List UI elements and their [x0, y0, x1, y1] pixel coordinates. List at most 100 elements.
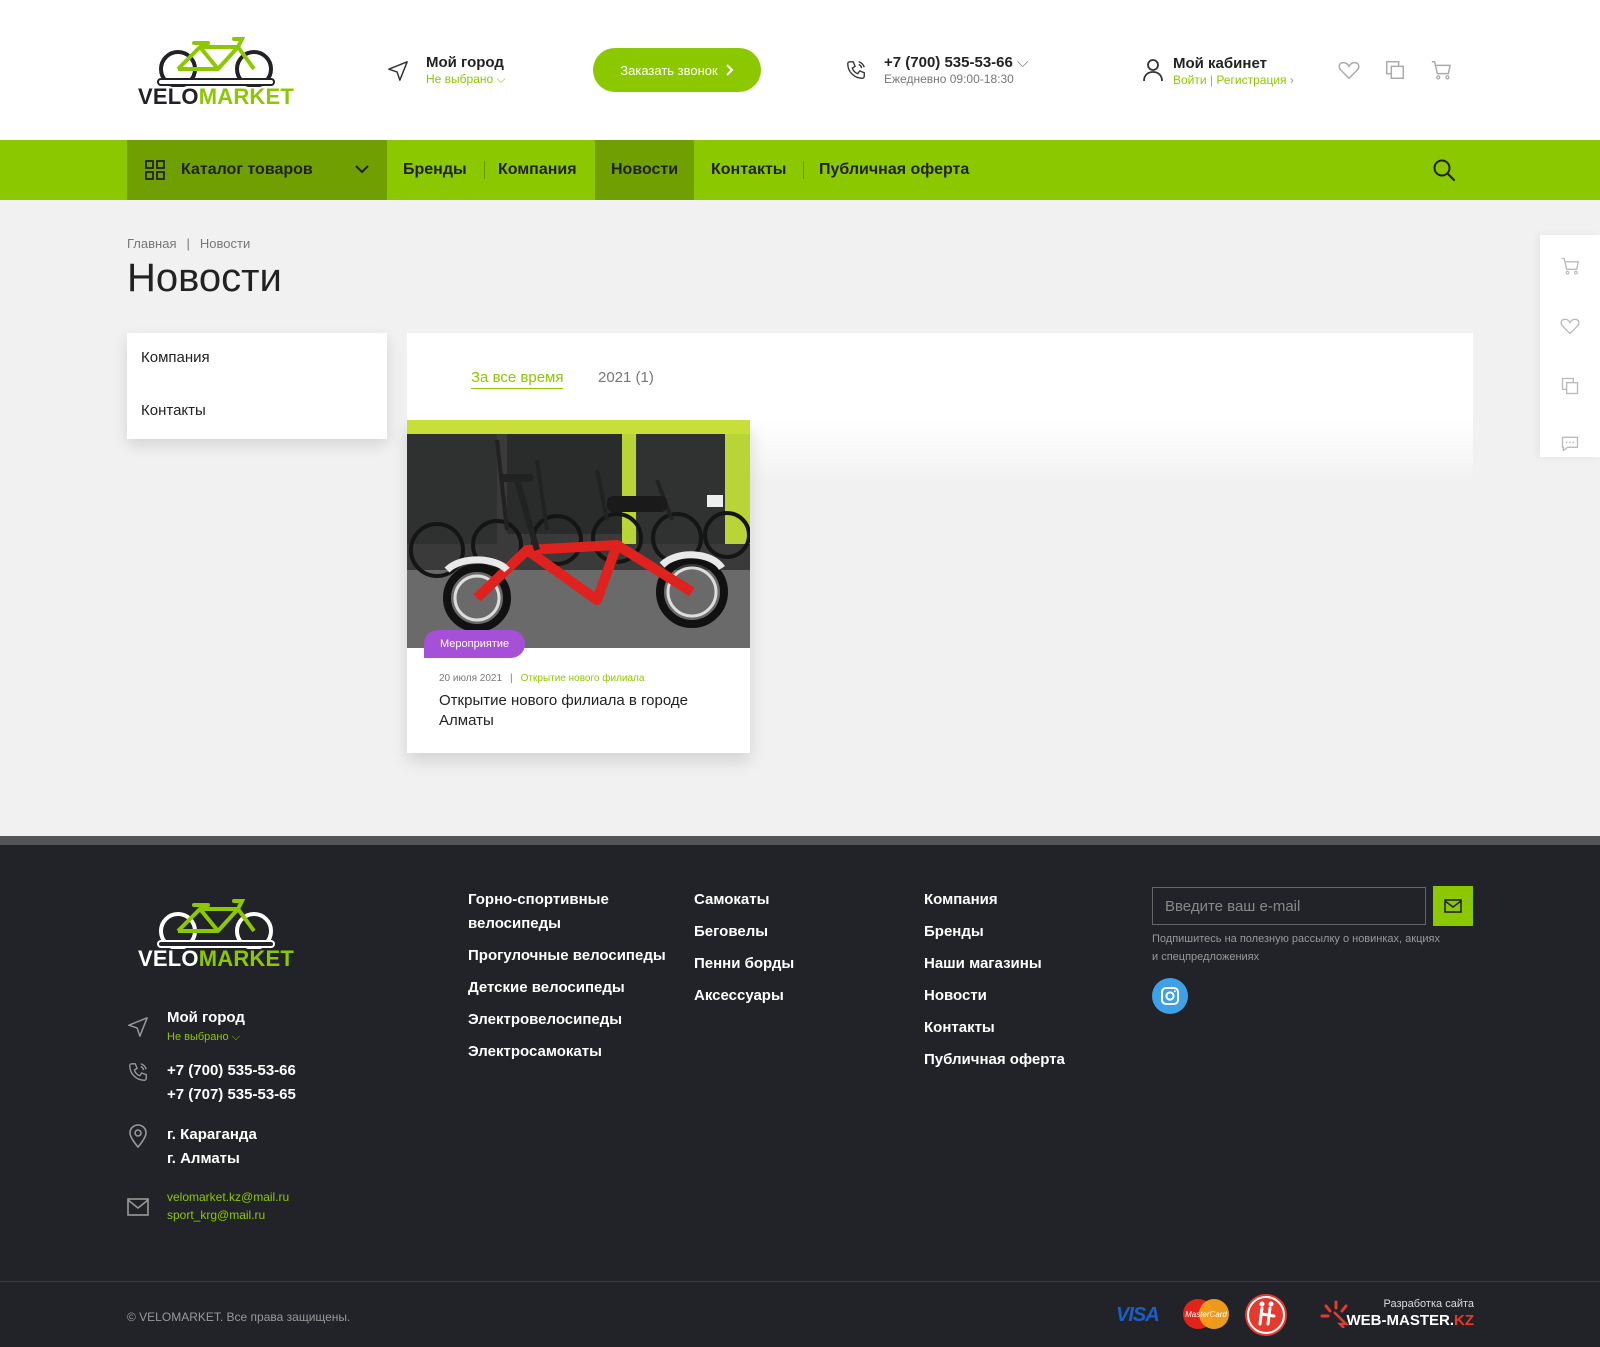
news-card[interactable]: Мероприятие 20 июля 2021 | Открытие ново… [407, 420, 750, 753]
nav-item-public-offer[interactable]: Публичная оферта [803, 140, 985, 200]
footer-phones: +7 (700) 535-53-66 +7 (707) 535-53-65 [167, 1059, 296, 1107]
phone-block[interactable]: +7 (700) 535-53-66 ⌵ Ежедневно 09:00-18:… [884, 54, 1028, 86]
phone-hours: Ежедневно 09:00-18:30 [884, 72, 1014, 86]
footer-col-company: Компания Бренды Наши магазины Новости Ко… [924, 888, 1065, 1080]
footer-bottom-bar: © VELOMARKET. Все права защищены. VISA M… [0, 1281, 1600, 1347]
nav-item-company[interactable]: Компания [482, 140, 593, 200]
developer-link[interactable]: Разработка сайта WEB-MASTER.KZ [1320, 1294, 1474, 1338]
news-meta-separator: | [510, 673, 513, 684]
bicycle-logo-icon [157, 899, 275, 949]
developer-label: Разработка сайта [1383, 1298, 1474, 1310]
chevron-right-icon [726, 64, 734, 76]
page-title: Новости [127, 256, 282, 300]
chevron-down-icon: ⌵ [1017, 54, 1029, 71]
subscribe-email-input[interactable] [1152, 887, 1426, 925]
footer-link[interactable]: Публичная оферта [924, 1048, 1065, 1072]
news-date: 20 июля 2021 [439, 673, 503, 684]
compare-icon[interactable] [1560, 376, 1580, 396]
subscribe-note: Подпишитесь на полезную рассылку о новин… [1152, 933, 1440, 963]
footer-link[interactable]: Самокаты [694, 888, 794, 912]
mastercard-icon: MasterCard [1180, 1298, 1232, 1330]
footer-top-bar [0, 836, 1600, 845]
phone-icon [845, 59, 867, 81]
location-arrow-icon [387, 60, 409, 82]
news-category[interactable]: Открытие нового филиала [521, 673, 645, 684]
catalog-menu-button[interactable]: Каталог товаров [127, 140, 387, 200]
phone-number: +7 (700) 535-53-66 [884, 54, 1013, 71]
nav-item-news[interactable]: Новости [595, 140, 695, 200]
breadcrumb: Главная | Новости [127, 236, 250, 251]
developer-tld: KZ [1454, 1312, 1474, 1329]
right-dock [1540, 235, 1600, 457]
footer-link[interactable]: Электровелосипеды [468, 1008, 678, 1032]
tab-all-time[interactable]: За все время [471, 369, 564, 389]
account-title: Мой кабинет [1173, 55, 1267, 72]
callback-label: Заказать звонок [620, 62, 718, 78]
footer-link[interactable]: Аксессуары [694, 984, 794, 1008]
footer-email-2[interactable]: sport_krg@mail.ru [167, 1206, 289, 1224]
footer-link[interactable]: Детские велосипеды [468, 976, 678, 1000]
nav-item-contacts[interactable]: Контакты [695, 140, 802, 200]
nav-item-brands[interactable]: Бренды [387, 140, 483, 200]
cart-icon[interactable] [1430, 59, 1452, 81]
footer-link[interactable]: Беговелы [694, 920, 794, 944]
instagram-icon[interactable] [1152, 978, 1188, 1014]
search-icon[interactable] [1432, 158, 1456, 182]
city-title: Мой город [426, 54, 504, 71]
city-selector[interactable]: Мой город Не выбрано ⌵ [426, 54, 506, 87]
side-menu-item-contacts[interactable]: Контакты [141, 402, 206, 419]
footer-link[interactable]: Пенни борды [694, 952, 794, 976]
news-title[interactable]: Открытие нового филиала в городе Алматы [439, 691, 729, 731]
footer-link[interactable]: Горно-спортивные велосипеды [468, 888, 648, 936]
heart-icon[interactable] [1560, 316, 1580, 336]
account-block[interactable]: Мой кабинет Войти | Регистрация › [1173, 55, 1294, 87]
grid-icon [145, 160, 165, 180]
footer-phone-1[interactable]: +7 (700) 535-53-66 [167, 1059, 296, 1083]
location-arrow-icon [127, 1016, 149, 1038]
breadcrumb-home[interactable]: Главная [127, 236, 176, 251]
site-header: VELOMARKET Мой город Не выбрано ⌵ Заказа… [0, 0, 1600, 140]
mail-icon [1444, 899, 1462, 913]
chat-icon[interactable] [1560, 434, 1580, 454]
bicycle-logo-icon [157, 37, 275, 87]
logo-wordmark: VELOMARKET [138, 946, 295, 971]
footer-link[interactable]: Прогулочные велосипеды [468, 944, 678, 968]
footer-logo[interactable]: VELOMARKET [138, 897, 295, 971]
news-filter-panel: За все время 2021 (1) [407, 333, 1473, 419]
footer-link[interactable]: Бренды [924, 920, 1065, 944]
kaspi-icon [1245, 1294, 1287, 1336]
account-links[interactable]: Войти | Регистрация [1173, 73, 1287, 87]
phone-icon [127, 1061, 149, 1083]
footer-link[interactable]: Компания [924, 888, 1065, 912]
chevron-down-icon: ⌵ [496, 72, 506, 86]
heart-icon[interactable] [1338, 59, 1360, 81]
compare-icon[interactable] [1384, 59, 1406, 81]
svg-text:MasterCard: MasterCard [1185, 1310, 1227, 1319]
subscribe-button[interactable] [1433, 886, 1473, 926]
copyright: © VELOMARKET. Все права защищены. [127, 1310, 351, 1324]
news-image[interactable] [407, 420, 750, 648]
user-icon [1142, 58, 1164, 82]
callback-button[interactable]: Заказать звонок [593, 48, 761, 92]
side-menu: Компания Контакты [127, 333, 387, 439]
site-logo[interactable]: VELOMARKET [138, 35, 294, 108]
news-meta: 20 июля 2021 | Открытие нового филиала [439, 673, 644, 684]
visa-icon: VISA [1116, 1304, 1160, 1326]
footer-col-bicycles: Горно-спортивные велосипеды Прогулочные … [468, 888, 678, 1072]
chevron-right-icon: › [1289, 73, 1294, 87]
footer-link[interactable]: Контакты [924, 1016, 1065, 1040]
footer-city-title: Мой город [167, 1009, 245, 1026]
footer-city-selector[interactable]: Мой город Не выбрано ⌵ [167, 1006, 245, 1044]
footer-link[interactable]: Новости [924, 984, 1065, 1008]
cart-icon[interactable] [1560, 256, 1580, 276]
footer-email-1[interactable]: velomarket.kz@mail.ru [167, 1188, 289, 1206]
footer-phone-2[interactable]: +7 (707) 535-53-65 [167, 1083, 296, 1107]
footer-col-scooters: Самокаты Беговелы Пенни борды Аксессуары [694, 888, 794, 1016]
tab-2021[interactable]: 2021 (1) [598, 369, 654, 386]
footer-link[interactable]: Электросамокаты [468, 1040, 678, 1064]
footer-address-2: г. Алматы [167, 1150, 240, 1167]
footer-link[interactable]: Наши магазины [924, 952, 1065, 976]
side-menu-item-company[interactable]: Компания [141, 349, 210, 366]
footer-address-1: г. Караганда [167, 1126, 257, 1143]
catalog-label: Каталог товаров [181, 161, 313, 178]
